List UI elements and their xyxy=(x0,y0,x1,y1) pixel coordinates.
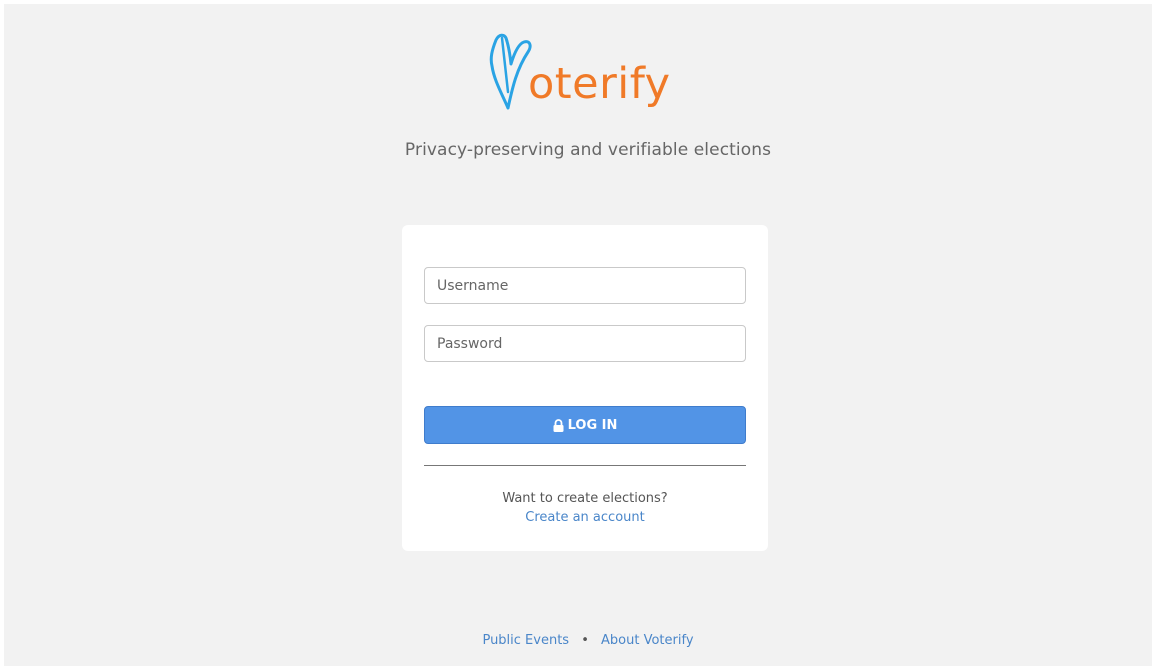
voterify-logo: oterify xyxy=(484,28,694,112)
login-button[interactable]: LOG IN xyxy=(424,406,746,444)
logo-wordmark: oterify xyxy=(528,59,671,109)
about-voterify-link[interactable]: About Voterify xyxy=(601,633,694,648)
public-events-link[interactable]: Public Events xyxy=(482,633,569,648)
divider xyxy=(424,465,746,466)
lock-icon xyxy=(553,418,564,432)
login-card: LOG IN Want to create elections? Create … xyxy=(402,225,768,551)
password-input[interactable] xyxy=(424,325,746,362)
footer-separator: • xyxy=(581,633,589,648)
signup-prompt: Want to create elections? xyxy=(502,491,668,506)
create-account-link[interactable]: Create an account xyxy=(402,510,768,525)
tagline: Privacy-preserving and verifiable electi… xyxy=(404,140,772,160)
login-button-label: LOG IN xyxy=(567,417,618,433)
footer: Public Events • About Voterify xyxy=(4,633,1152,648)
username-input[interactable] xyxy=(424,267,746,304)
page-background: oterify Privacy-preserving and verifiabl… xyxy=(4,4,1152,666)
